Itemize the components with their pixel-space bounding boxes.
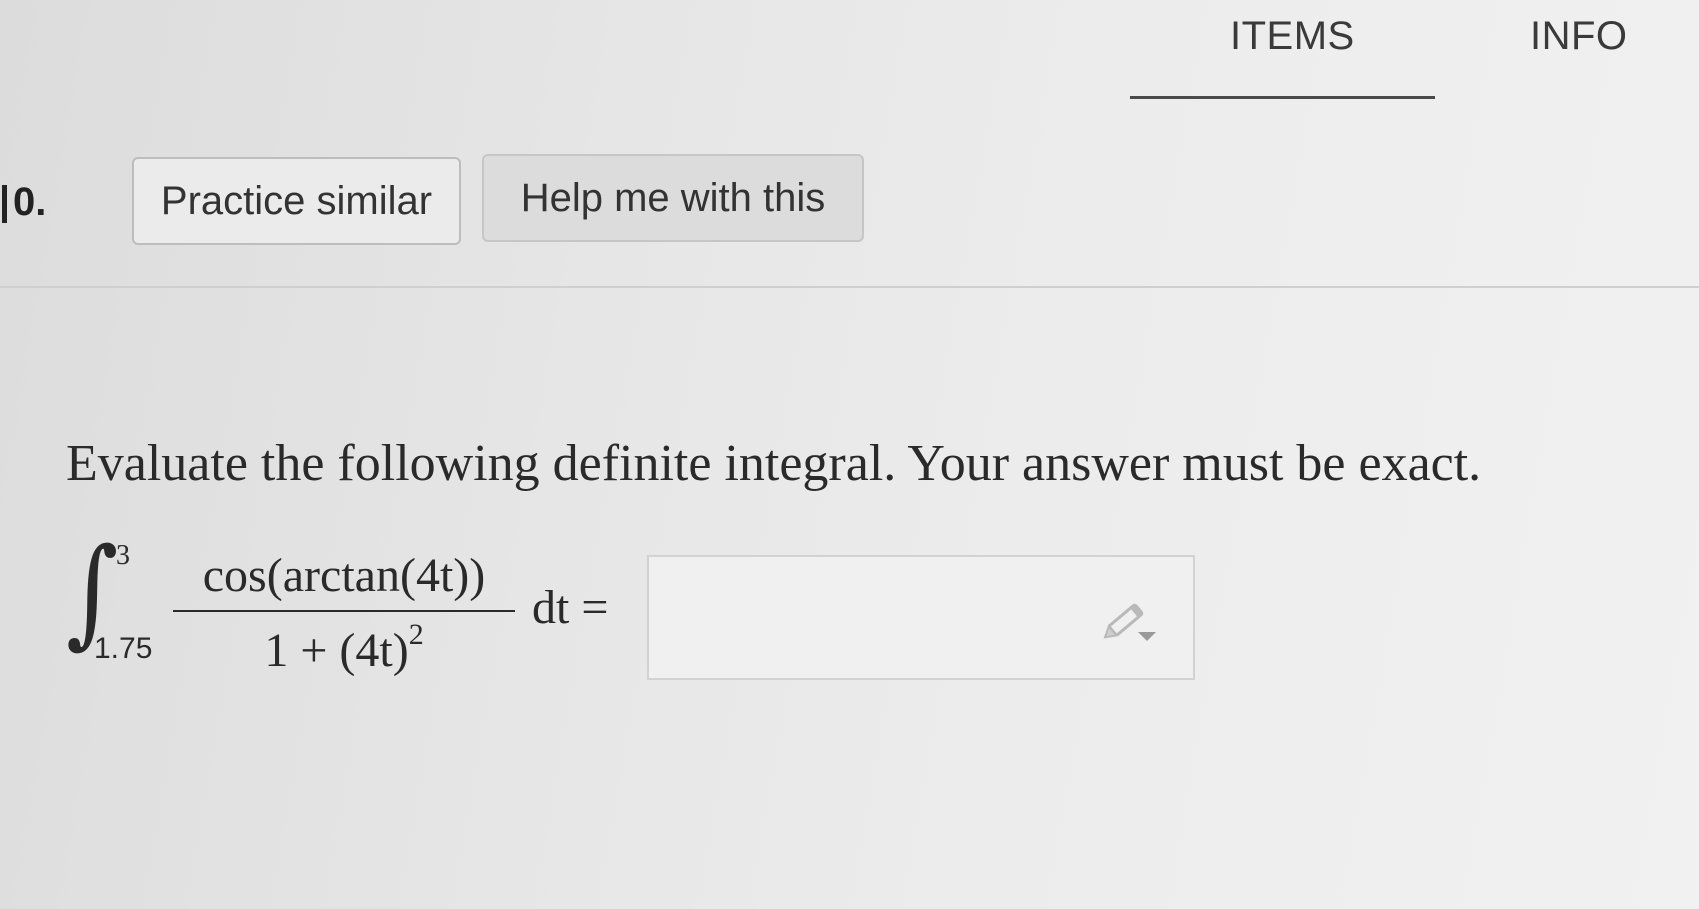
top-tab-bar: ITEMS INFO: [1130, 0, 1699, 110]
active-tab-indicator: [1130, 96, 1435, 99]
integrand-numerator: cos(arctan(4t)): [202, 549, 486, 602]
question-prompt: Evaluate the following definite integral…: [66, 435, 1482, 492]
pencil-icon[interactable]: [1102, 596, 1162, 644]
header-divider: [0, 286, 1699, 288]
differential-equals: dt =: [532, 581, 609, 634]
lower-limit: 1.75: [94, 632, 153, 665]
denominator-exponent: 2: [408, 618, 424, 651]
fraction-bar: [173, 610, 515, 612]
tab-items[interactable]: ITEMS: [1230, 14, 1355, 59]
denominator-base: 1 + (4t): [264, 624, 409, 677]
practice-similar-button[interactable]: Practice similar: [132, 157, 461, 245]
tab-info[interactable]: INFO: [1530, 14, 1628, 59]
integral-expression: ∫ 3 1.75 cos(arctan(4t)) 1 + (4t)2 dt =: [66, 532, 666, 690]
help-me-button[interactable]: Help me with this: [482, 154, 864, 242]
question-number: 0.: [0, 180, 46, 225]
chevron-down-icon: [1138, 632, 1156, 641]
upper-limit: 3: [116, 540, 130, 571]
integrand-denominator: 1 + (4t)2: [173, 618, 515, 678]
integrand-fraction: cos(arctan(4t)) 1 + (4t)2: [173, 540, 515, 690]
